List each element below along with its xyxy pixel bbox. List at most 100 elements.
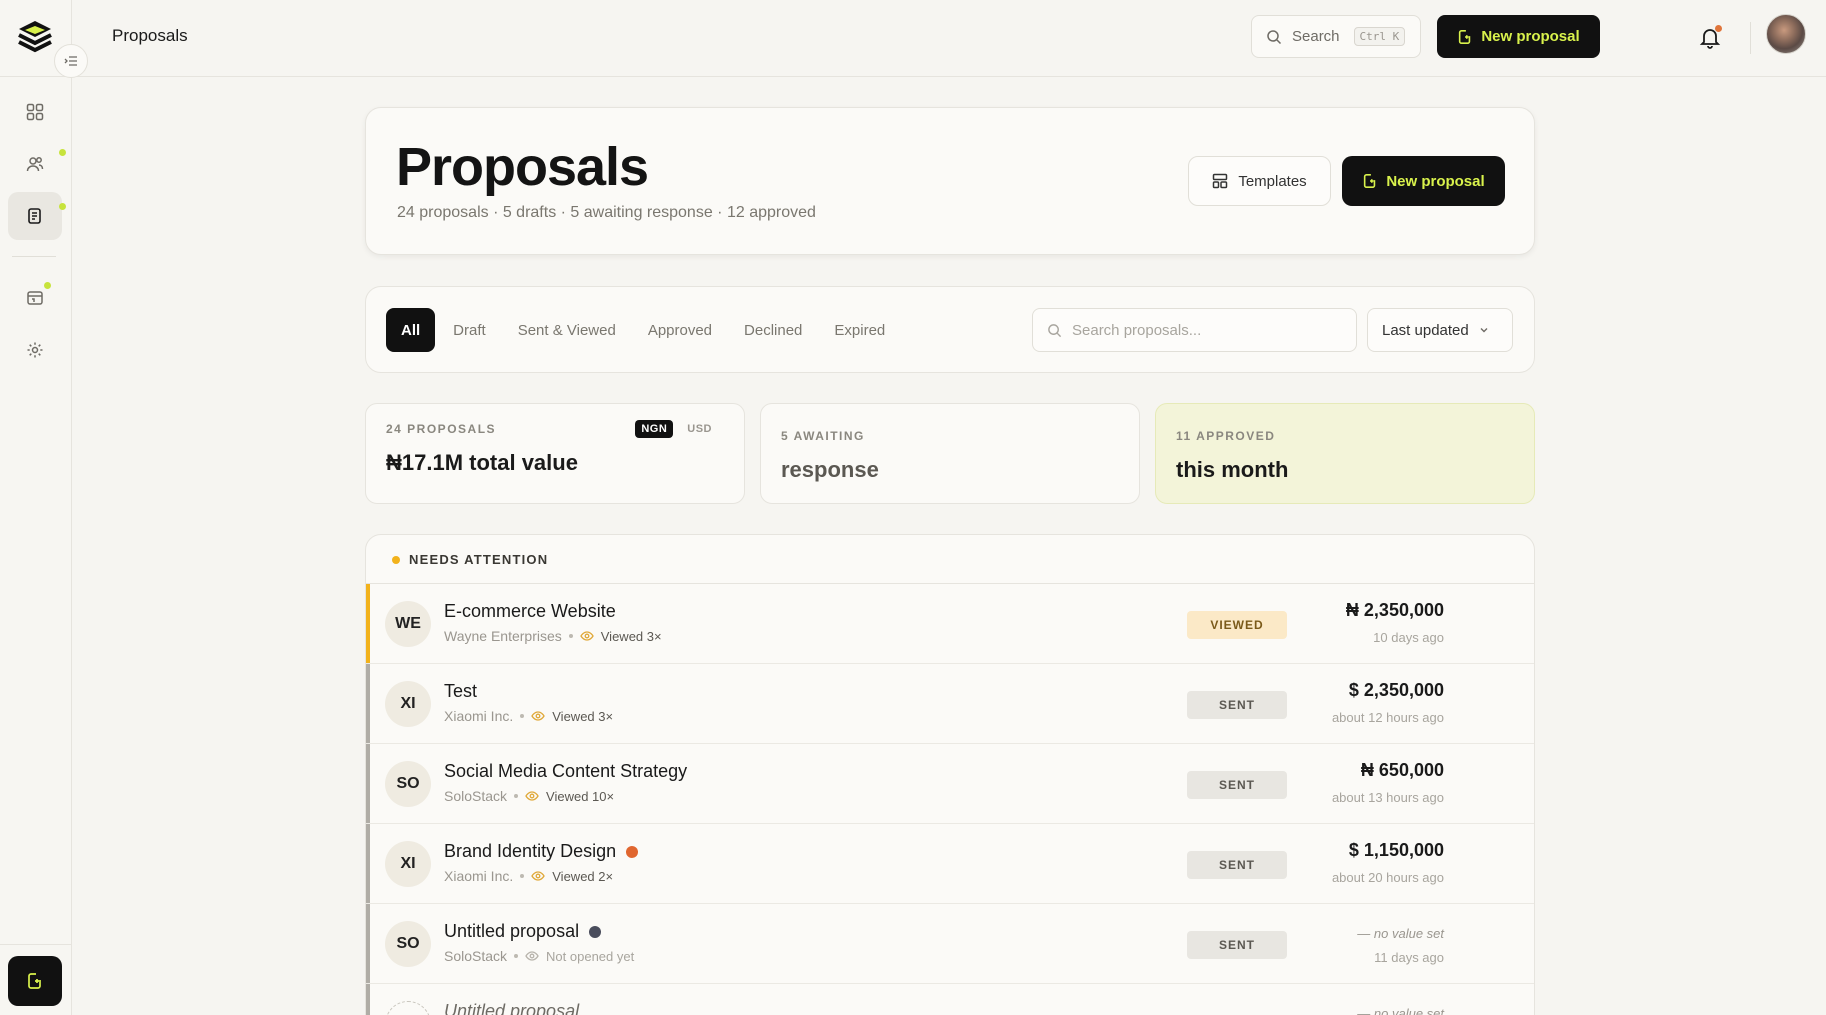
proposal-search-input[interactable]: Search proposals... <box>1032 308 1357 352</box>
sidebar-item-dashboard[interactable] <box>8 88 62 136</box>
list-header-label: NEEDS ATTENTION <box>409 552 549 567</box>
client-name: Wayne Enterprises <box>444 628 562 644</box>
proposal-meta: Xiaomi Inc. Viewed 3× <box>444 708 613 724</box>
status-dot <box>626 845 639 858</box>
status-dot <box>589 925 602 938</box>
sort-label: Last updated <box>1382 321 1469 339</box>
status-badge: VIEWED <box>1187 611 1287 639</box>
collapse-icon <box>64 56 77 66</box>
page-header-card: Proposals 24 proposals · 5 drafts · 5 aw… <box>365 107 1535 255</box>
notification-dot <box>1715 25 1722 32</box>
client-avatar: XI <box>385 841 431 887</box>
stat-label: 24 PROPOSALS <box>386 422 497 436</box>
table-row[interactable]: XI Test Xiaomi Inc. Viewed 3× SENT $ 2,350,00… <box>366 664 1534 744</box>
needs-attention-list: NEEDS ATTENTION WE E-commerce Website Wayn… <box>365 534 1535 1015</box>
status-badge: SENT <box>1187 851 1287 879</box>
updated-time: 10 days ago <box>1373 630 1444 645</box>
new-document-icon <box>1364 173 1376 189</box>
status-badge: SENT <box>1187 931 1287 959</box>
sidebar-item-proposals[interactable] <box>8 192 62 240</box>
sidebar-collapse-button[interactable] <box>54 44 88 78</box>
status-tabs: All Draft Sent & Viewed Approved Decline… <box>386 308 901 352</box>
currency-toggle: NGN USD <box>635 420 718 438</box>
stat-label: 5 AWAITING <box>781 429 865 443</box>
search-label: Search <box>1292 28 1340 45</box>
sidebar-item-clients[interactable] <box>8 140 62 188</box>
chevron-down-icon <box>1480 328 1488 333</box>
search-icon <box>1267 29 1282 44</box>
filter-bar: All Draft Sent & Viewed Approved Decline… <box>365 286 1535 373</box>
sidebar-item-invoices[interactable] <box>8 274 62 322</box>
quick-new-proposal-button[interactable] <box>8 956 62 1006</box>
new-proposal-button[interactable]: New proposal <box>1437 15 1600 58</box>
sort-dropdown[interactable]: Last updated <box>1367 308 1513 352</box>
page-title: Proposals <box>396 137 649 197</box>
tab-declined[interactable]: Declined <box>728 308 818 352</box>
row-accent <box>366 584 370 663</box>
table-row[interactable]: XI Brand Identity Design Xiaomi Inc. Viewed… <box>366 824 1534 904</box>
client-avatar: SO <box>385 921 431 967</box>
table-row[interactable]: Untitled proposal — no value set <box>366 984 1534 1015</box>
tab-approved[interactable]: Approved <box>632 308 728 352</box>
stat-total-value: 24 PROPOSALS NGN USD ₦17.1M total value <box>365 403 745 504</box>
proposal-meta: SoloStack Not opened yet <box>444 948 634 964</box>
view-count: Not opened yet <box>546 948 635 964</box>
proposal-amount: $ 1,150,000 <box>1348 840 1444 860</box>
eye-icon <box>580 631 594 641</box>
client-name: Xiaomi Inc. <box>444 868 514 884</box>
view-count: Viewed 3× <box>600 628 662 644</box>
tab-all[interactable]: All <box>386 308 436 352</box>
search-shortcut: Ctrl K <box>1353 27 1406 46</box>
app-logo-icon[interactable] <box>16 18 54 56</box>
proposal-meta: Wayne Enterprises Viewed 3× <box>444 628 662 644</box>
attention-dot <box>392 556 400 564</box>
currency-usd[interactable]: USD <box>681 420 718 438</box>
notification-dot <box>59 149 66 156</box>
eye-icon <box>525 791 539 801</box>
new-document-icon <box>28 973 41 989</box>
client-name: SoloStack <box>444 948 508 964</box>
proposal-title: E-commerce Website <box>444 601 616 621</box>
template-icon <box>1213 173 1228 189</box>
proposal-amount: — no value set <box>1357 1006 1444 1015</box>
invoice-icon <box>27 291 43 305</box>
topbar-title: Proposals <box>112 26 188 45</box>
page-subtitle: 24 proposals · 5 drafts · 5 awaiting res… <box>397 204 816 221</box>
tab-expired[interactable]: Expired <box>818 308 901 352</box>
tab-sent-viewed[interactable]: Sent & Viewed <box>502 308 632 352</box>
dashboard-icon <box>26 103 44 121</box>
stat-value: response <box>781 457 879 482</box>
new-proposal-button[interactable]: New proposal <box>1342 156 1505 206</box>
client-name: Xiaomi Inc. <box>444 708 514 724</box>
proposal-amount: — no value set <box>1357 926 1444 941</box>
stat-label: 11 APPROVED <box>1176 429 1276 443</box>
gear-icon <box>27 342 43 358</box>
eye-icon <box>531 711 545 721</box>
new-proposal-label: New proposal <box>1481 28 1580 45</box>
stat-value: this month <box>1176 457 1289 482</box>
client-avatar: WE <box>385 601 431 647</box>
proposal-amount: ₦ 2,350,000 <box>1345 600 1444 620</box>
users-icon <box>26 157 44 172</box>
proposal-title: Social Media Content Strategy <box>444 761 688 781</box>
status-badge: SENT <box>1187 691 1287 719</box>
eye-icon <box>525 951 539 961</box>
table-row[interactable]: WE E-commerce Website Wayne Enterprises Vie… <box>366 584 1534 664</box>
topbar-divider <box>1750 22 1751 54</box>
proposal-meta: Xiaomi Inc. Viewed 2× <box>444 868 613 884</box>
global-search[interactable]: Search Ctrl K <box>1251 15 1421 58</box>
client-avatar: XI <box>385 681 431 727</box>
proposal-title: Brand Identity Design <box>444 841 639 862</box>
row-accent <box>366 904 370 983</box>
row-accent <box>366 824 370 903</box>
currency-ngn[interactable]: NGN <box>635 420 674 438</box>
table-row[interactable]: SO Social Media Content Strategy SoloStack… <box>366 744 1534 824</box>
sidebar-divider <box>12 256 56 257</box>
sidebar-divider <box>0 76 72 77</box>
templates-button[interactable]: Templates <box>1188 156 1331 206</box>
tab-draft[interactable]: Draft <box>437 308 502 352</box>
user-avatar[interactable] <box>1766 14 1806 54</box>
table-row[interactable]: SO Untitled proposal SoloStack Not opened y… <box>366 904 1534 984</box>
stat-approved: 11 APPROVED this month <box>1155 403 1535 504</box>
sidebar-item-settings[interactable] <box>8 326 62 374</box>
